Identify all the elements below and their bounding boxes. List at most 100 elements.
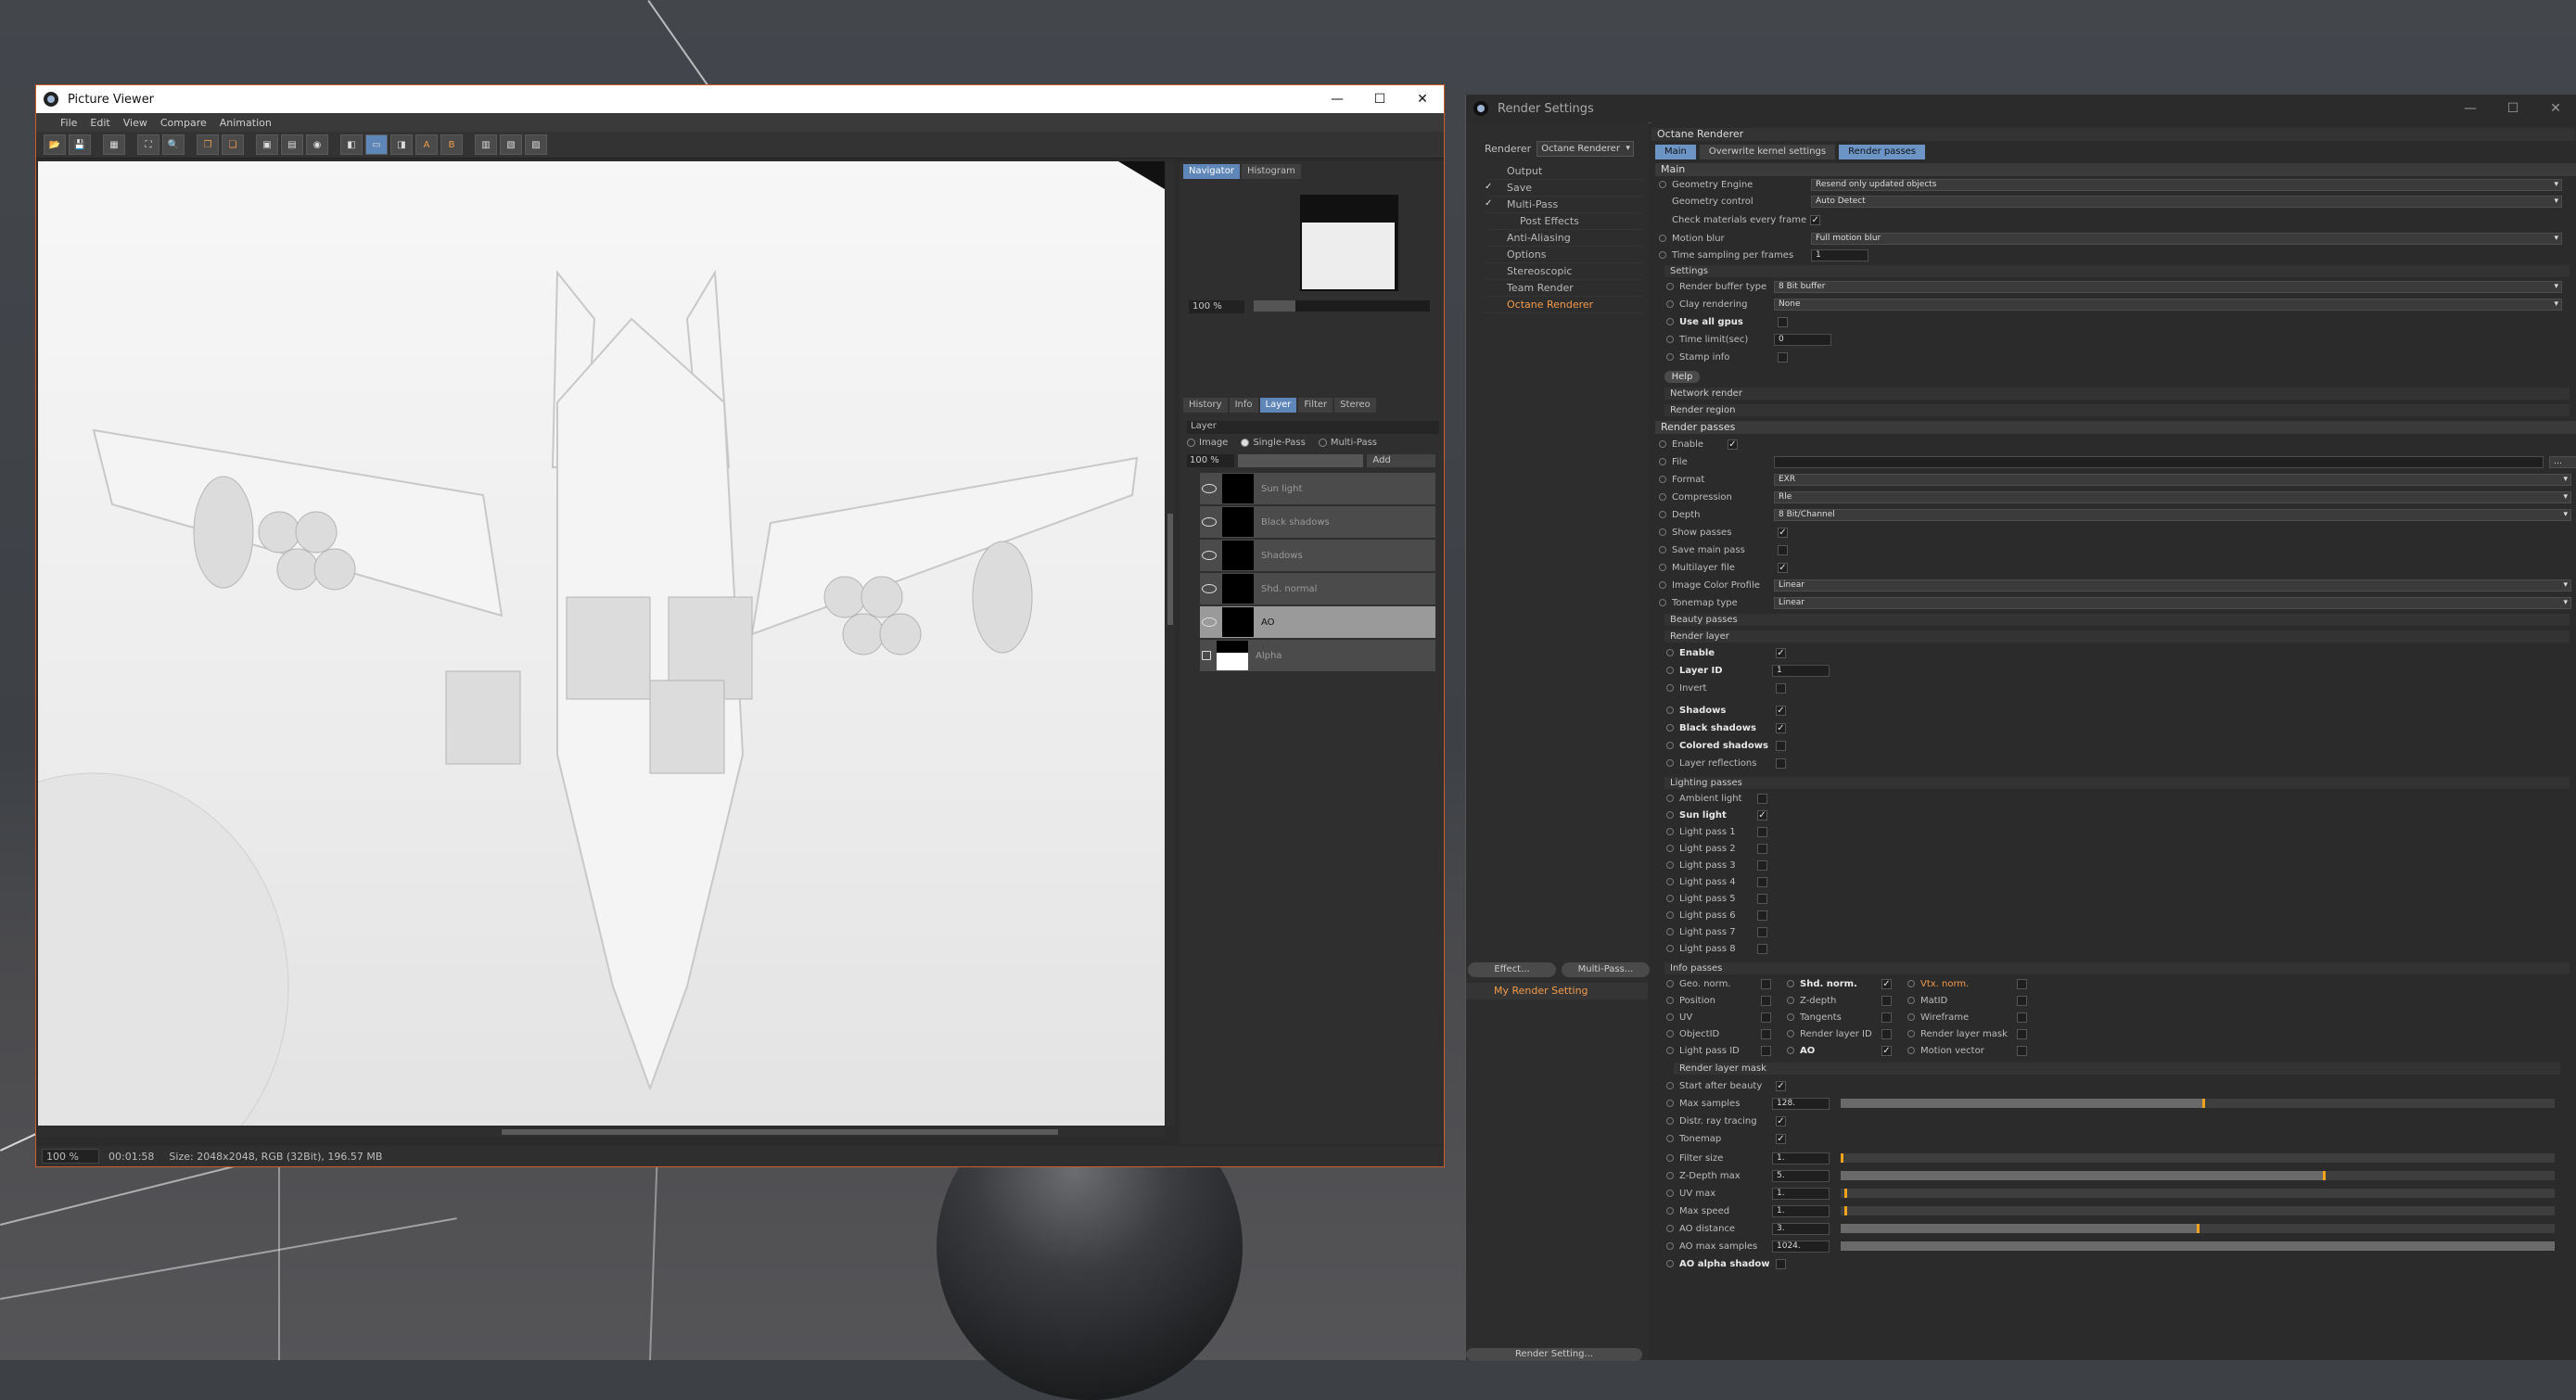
radio-icon[interactable] <box>1659 251 1666 259</box>
radio-icon[interactable] <box>1666 980 1674 987</box>
lighting-pass-checkbox[interactable] <box>1757 793 1767 804</box>
layer-row[interactable]: Alpha <box>1200 640 1435 671</box>
radio-icon[interactable] <box>1666 1172 1674 1179</box>
section-render-region[interactable]: Render region <box>1664 404 2570 416</box>
section-beauty-passes[interactable]: Beauty passes <box>1664 614 2570 626</box>
info-pass-checkbox[interactable] <box>2017 1028 2027 1039</box>
radio-icon[interactable] <box>1666 742 1674 749</box>
single-view-icon[interactable]: ▭ <box>365 134 388 155</box>
info-pass-checkbox[interactable] <box>2017 995 2027 1006</box>
maximize-button[interactable]: ☐ <box>1358 85 1401 113</box>
region-icon[interactable]: ▣ <box>256 134 278 155</box>
maximize-button[interactable]: ☐ <box>2492 95 2534 122</box>
radio-icon[interactable] <box>1666 1242 1674 1250</box>
radio-icon[interactable] <box>1659 581 1666 589</box>
tree-item-team-render[interactable]: Team Render <box>1485 280 1642 297</box>
use-all-gpus-checkbox[interactable] <box>1778 316 1788 327</box>
vertical-scrollbar[interactable] <box>1166 161 1175 1126</box>
radio-icon[interactable] <box>1666 1135 1674 1142</box>
radio-icon[interactable] <box>1666 667 1674 674</box>
radio-icon[interactable] <box>1787 980 1794 987</box>
info-pass-checkbox[interactable] <box>1881 1012 1892 1023</box>
clay-rendering-dropdown[interactable]: None <box>1774 298 2562 311</box>
eye-icon[interactable] <box>1202 617 1217 627</box>
menu-view[interactable]: View <box>123 117 147 129</box>
layout-icon-1[interactable]: ▥ <box>475 134 497 155</box>
lighting-pass-checkbox[interactable] <box>1757 859 1767 871</box>
radio-icon[interactable] <box>1907 1047 1915 1054</box>
max-samples-input[interactable]: 128. <box>1772 1097 1830 1110</box>
b-a-icon[interactable]: B <box>440 134 463 155</box>
shadows-checkbox[interactable]: ✓ <box>1776 705 1786 716</box>
radio-icon[interactable] <box>1666 911 1674 919</box>
layer-row[interactable]: AO <box>1200 606 1435 638</box>
tab-stereo[interactable]: Stereo <box>1334 398 1376 413</box>
eye-icon[interactable] <box>1202 517 1217 527</box>
lighting-pass-checkbox[interactable] <box>1757 893 1767 904</box>
lighting-pass-checkbox[interactable] <box>1757 926 1767 937</box>
tree-item-save[interactable]: ✓ Save <box>1485 180 1642 197</box>
radio-icon[interactable] <box>1666 283 1674 290</box>
info-pass-checkbox[interactable] <box>1761 978 1771 989</box>
file-path-input[interactable] <box>1774 455 2544 468</box>
info-pass-checkbox[interactable] <box>1761 1028 1771 1039</box>
copy-icon[interactable]: ❐ <box>197 134 219 155</box>
rendered-image[interactable] <box>38 161 1165 1126</box>
geometry-engine-dropdown[interactable]: Resend only updated objects <box>1811 178 2562 191</box>
info-pass-checkbox[interactable] <box>1881 995 1892 1006</box>
radio-icon[interactable] <box>1666 1207 1674 1215</box>
section-network-render[interactable]: Network render <box>1664 388 2570 400</box>
enable-checkbox[interactable]: ✓ <box>1728 439 1738 450</box>
radio-icon[interactable] <box>1666 1082 1674 1089</box>
navigator-zoom[interactable]: 100 % <box>1189 300 1244 313</box>
filter-size-input[interactable]: 1. <box>1772 1152 1830 1165</box>
tab-histogram[interactable]: Histogram <box>1241 164 1301 179</box>
effect-button[interactable]: Effect... <box>1468 962 1556 977</box>
radio-icon[interactable] <box>1666 828 1674 835</box>
info-pass-checkbox[interactable]: ✓ <box>1881 1045 1892 1056</box>
eye-icon[interactable] <box>1202 484 1217 493</box>
section-render-layer[interactable]: Render layer <box>1664 630 2570 643</box>
radio-icon[interactable] <box>1666 795 1674 802</box>
layer-id-input[interactable]: 1 <box>1772 664 1830 677</box>
tonemap-type-dropdown[interactable]: Linear <box>1774 596 2571 609</box>
tree-item-options[interactable]: Options <box>1485 247 1642 263</box>
format-dropdown[interactable]: EXR <box>1774 473 2571 486</box>
radio-icon[interactable] <box>1666 928 1674 935</box>
radio-icon[interactable] <box>1666 861 1674 869</box>
tab-info[interactable]: Info <box>1229 398 1258 413</box>
tree-item-anti-aliasing[interactable]: Anti-Aliasing <box>1485 230 1642 247</box>
navigator-zoom-slider[interactable] <box>1254 300 1430 312</box>
menu-edit[interactable]: Edit <box>90 117 109 129</box>
layer-row[interactable]: Shadows <box>1200 540 1435 571</box>
help-button[interactable]: Help <box>1664 371 1700 383</box>
radio-icon[interactable] <box>1787 997 1794 1004</box>
info-pass-checkbox[interactable] <box>2017 1012 2027 1023</box>
split-icon[interactable]: ◧ <box>340 134 363 155</box>
radio-icon[interactable] <box>1659 528 1666 536</box>
radio-icon[interactable] <box>1907 1030 1915 1037</box>
info-pass-checkbox[interactable] <box>1761 1012 1771 1023</box>
max-speed-slider[interactable] <box>1841 1206 2555 1215</box>
ipr-icon[interactable]: ◉ <box>306 134 328 155</box>
lighting-pass-checkbox[interactable]: ✓ <box>1757 809 1767 821</box>
radio-icon[interactable] <box>1666 1190 1674 1197</box>
save-main-pass-checkbox[interactable] <box>1778 544 1788 555</box>
radio-icon[interactable] <box>1666 759 1674 767</box>
invert-checkbox[interactable] <box>1776 682 1786 694</box>
radio-icon[interactable] <box>1659 181 1666 188</box>
minimize-button[interactable]: — <box>1316 85 1358 113</box>
buffer-type-dropdown[interactable]: 8 Bit buffer <box>1774 280 2562 293</box>
layer-opacity-slider[interactable] <box>1238 454 1364 467</box>
layout-icon-2[interactable]: ▧ <box>500 134 522 155</box>
show-passes-checkbox[interactable]: ✓ <box>1778 527 1788 538</box>
info-pass-checkbox[interactable] <box>1761 995 1771 1006</box>
lighting-pass-checkbox[interactable] <box>1757 876 1767 887</box>
close-button[interactable]: ✕ <box>2534 95 2576 122</box>
time-limit-input[interactable]: 0 <box>1774 333 1831 346</box>
lighting-pass-checkbox[interactable] <box>1757 826 1767 837</box>
tab-navigator[interactable]: Navigator <box>1183 164 1240 179</box>
tree-item-stereoscopic[interactable]: Stereoscopic <box>1485 263 1642 280</box>
max-speed-input[interactable]: 1. <box>1772 1204 1830 1217</box>
mode-single-pass[interactable]: Single-Pass <box>1241 438 1305 448</box>
